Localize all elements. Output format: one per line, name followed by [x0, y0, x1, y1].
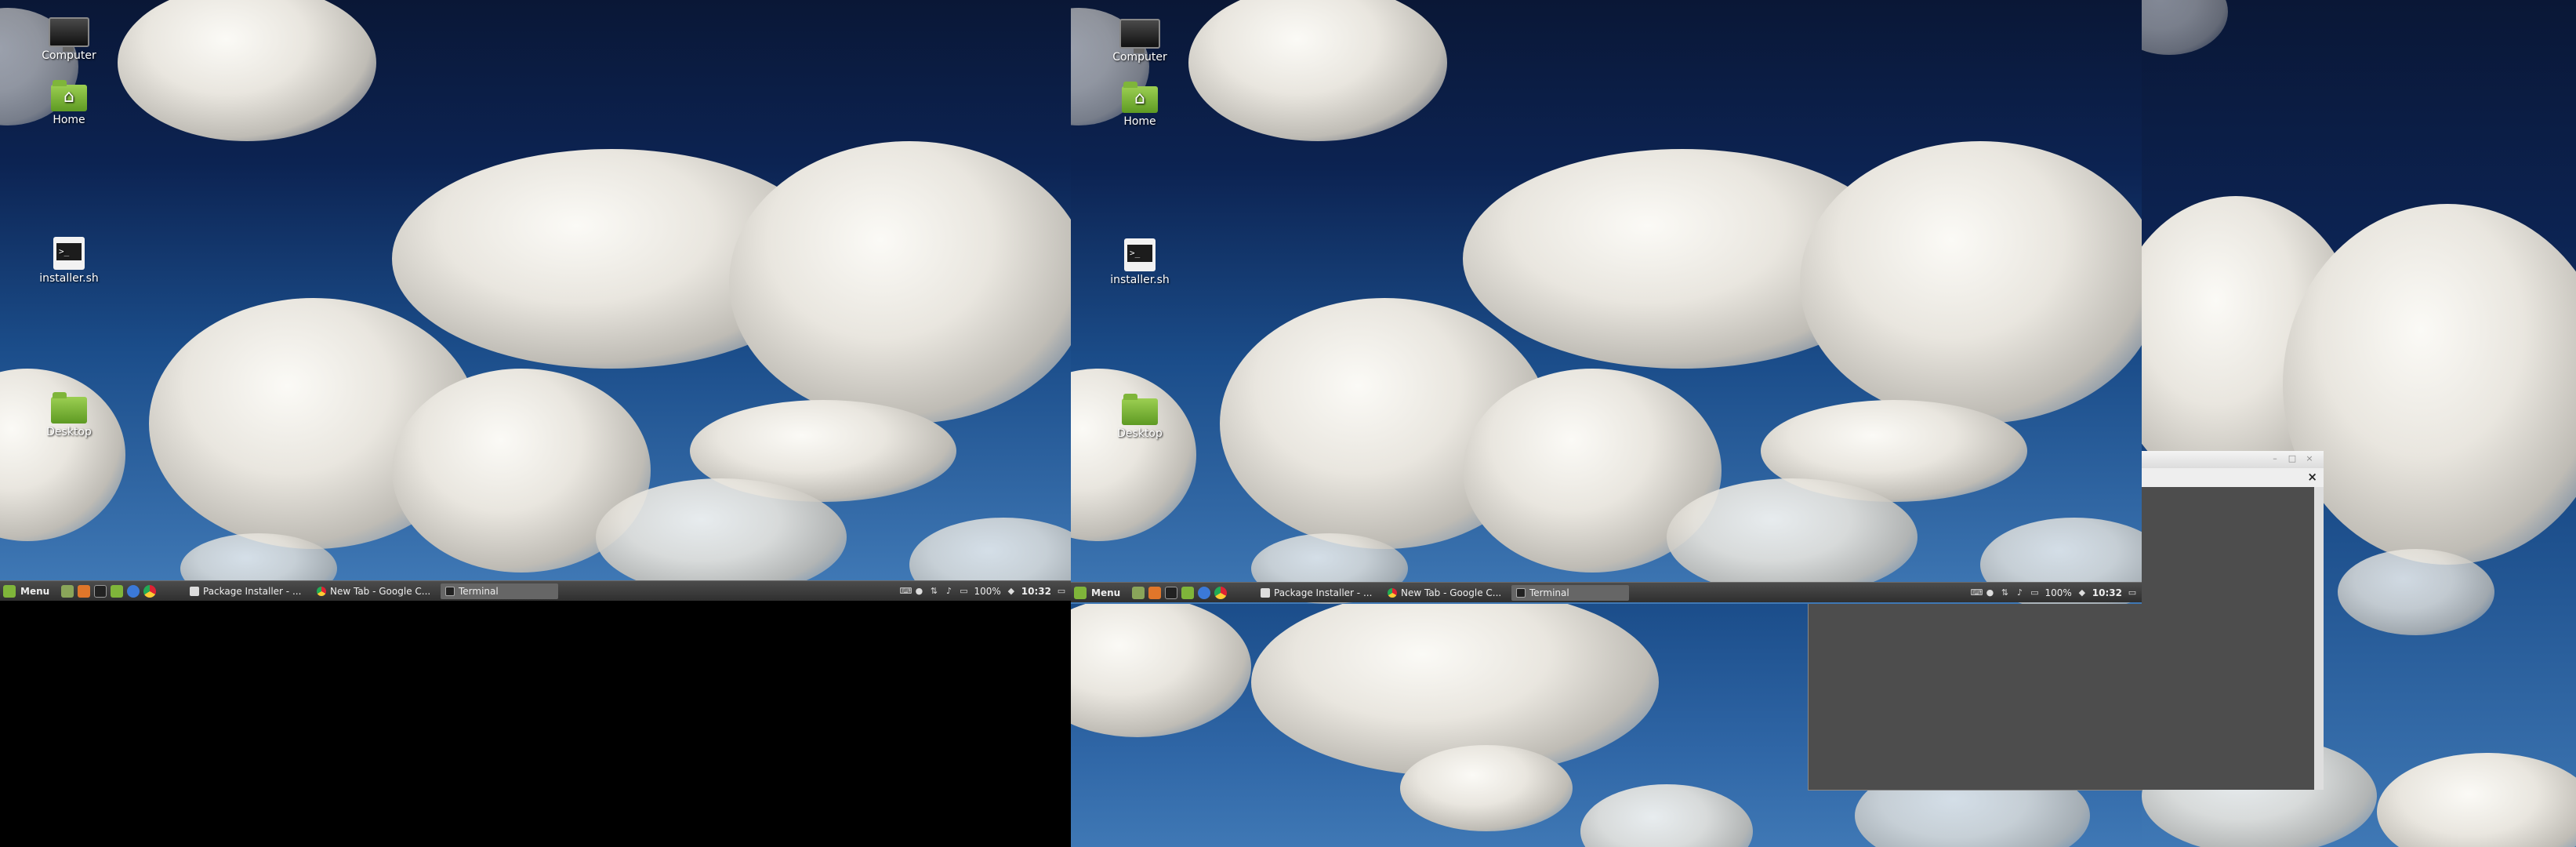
task-chrome[interactable]: New Tab - Google C... — [312, 583, 430, 599]
desktop-icon-label: Home — [1123, 115, 1156, 128]
task-terminal[interactable]: Terminal — [441, 583, 558, 599]
computer-icon — [49, 17, 89, 52]
desktop-icon-desktop[interactable]: Desktop — [1105, 394, 1175, 440]
firefox-icon[interactable] — [1148, 587, 1161, 599]
chrome-icon — [317, 587, 326, 596]
volume-icon[interactable]: ♪ — [2015, 588, 2024, 598]
package-installer-icon — [190, 587, 199, 596]
desktop-icon-label: installer.sh — [39, 272, 99, 285]
terminal-icon — [1516, 588, 1526, 598]
terminal-icon[interactable] — [94, 585, 107, 598]
terminal-content[interactable] — [2142, 487, 2314, 790]
chrome-icon[interactable] — [143, 585, 156, 598]
taskbar-panel: Menu Package Installer - ... New Tab - G… — [0, 580, 1071, 601]
task-label: New Tab - Google C... — [330, 586, 430, 597]
system-tray: ⌨ ● ⇅ ♪ ▭ 100% ◆ 10:32 ▭ — [1970, 586, 2137, 600]
folder-icon — [51, 392, 87, 424]
terminal-icon[interactable] — [1165, 587, 1177, 599]
desktop-icon-home[interactable]: Home — [34, 80, 104, 126]
chromium-icon[interactable] — [127, 585, 140, 598]
terminal-icon — [445, 587, 455, 596]
mint-logo-icon — [3, 585, 16, 598]
quick-launchers — [61, 585, 156, 598]
desktop-icon-label: Home — [53, 114, 85, 126]
task-label: Terminal — [459, 586, 499, 597]
close-tab-button[interactable]: × — [2307, 470, 2317, 484]
quick-launchers — [1132, 587, 1227, 599]
computer-icon — [1119, 19, 1160, 53]
desktop-background-middle — [1071, 0, 2142, 604]
battery-percent: 100% — [2044, 587, 2072, 598]
desktop-icon-computer[interactable]: Computer — [34, 17, 104, 62]
scrollbar[interactable] — [2314, 487, 2324, 790]
task-package-installer[interactable]: Package Installer - ... — [185, 583, 303, 599]
battery-icon[interactable]: ▭ — [959, 587, 968, 596]
folder-icon — [1122, 394, 1158, 425]
mint-logo-icon — [1074, 587, 1087, 599]
desktop-background-left — [0, 0, 1071, 582]
chromium-icon[interactable] — [1198, 587, 1210, 599]
show-desktop-icon[interactable] — [1132, 587, 1145, 599]
user-icon[interactable]: ● — [914, 587, 923, 596]
home-folder-icon — [51, 80, 87, 111]
battery-percent: 100% — [974, 586, 1001, 597]
task-label: New Tab - Google C... — [1401, 587, 1500, 598]
taskbar-panel: Menu Package Installer - ... New Tab - G… — [1071, 582, 2142, 602]
home-folder-icon — [1122, 82, 1158, 113]
system-tray: ⌨ ● ⇅ ♪ ▭ 100% ◆ 10:32 ▭ — [899, 584, 1066, 598]
update-shield-icon[interactable]: ◆ — [1007, 587, 1016, 596]
network-icon[interactable]: ⇅ — [929, 587, 938, 596]
show-desktop-icon[interactable] — [61, 585, 74, 598]
minimize-button[interactable]: – — [2269, 453, 2280, 464]
menu-label: Menu — [20, 586, 50, 597]
task-label: Package Installer - ... — [1274, 587, 1373, 598]
desktop-icon-installer[interactable]: installer.sh — [1105, 238, 1175, 286]
task-label: Terminal — [1529, 587, 1569, 598]
terminal-script-icon — [1124, 238, 1156, 271]
volume-icon[interactable]: ♪ — [944, 587, 953, 596]
desktop-icon-home[interactable]: Home — [1105, 82, 1175, 128]
network-icon[interactable]: ⇅ — [2000, 588, 2009, 598]
desktop-icon-desktop[interactable]: Desktop — [34, 392, 104, 438]
battery-icon[interactable]: ▭ — [2030, 588, 2039, 598]
files-icon[interactable] — [1181, 587, 1194, 599]
clock[interactable]: 10:32 — [1021, 586, 1051, 597]
desktop-icon-label: Desktop — [46, 426, 92, 438]
desktop-icon-installer[interactable]: installer.sh — [34, 237, 104, 285]
update-shield-icon[interactable]: ◆ — [2077, 588, 2087, 598]
chrome-icon — [1388, 588, 1397, 598]
clock[interactable]: 10:32 — [2092, 587, 2122, 598]
menu-button[interactable]: Menu — [1074, 585, 1120, 601]
show-desktop-icon[interactable]: ▭ — [2128, 588, 2137, 598]
close-button[interactable]: × — [2304, 453, 2315, 464]
files-icon[interactable] — [111, 585, 123, 598]
desktop-icon-computer[interactable]: Computer — [1105, 19, 1175, 64]
firefox-icon[interactable] — [78, 585, 90, 598]
task-package-installer[interactable]: Package Installer - ... — [1256, 585, 1373, 601]
task-chrome[interactable]: New Tab - Google C... — [1383, 585, 1500, 601]
desktop-icon-label: installer.sh — [1110, 274, 1170, 286]
desktop-icon-label: Desktop — [1117, 427, 1163, 440]
maximize-button[interactable]: □ — [2287, 453, 2298, 464]
menu-label: Menu — [1091, 587, 1121, 598]
unused-screen-area — [0, 601, 1071, 847]
window-titlebar[interactable]: – □ × — [2142, 451, 2324, 468]
user-icon[interactable]: ● — [1985, 588, 1994, 598]
terminal-window[interactable]: – □ × × — [2142, 451, 2324, 790]
terminal-script-icon — [53, 237, 85, 270]
task-label: Package Installer - ... — [203, 586, 302, 597]
show-desktop-icon[interactable]: ▭ — [1057, 587, 1066, 596]
keyboard-icon[interactable]: ⌨ — [899, 587, 912, 596]
terminal-window-body-lower[interactable] — [1808, 604, 2142, 791]
menu-button[interactable]: Menu — [3, 583, 49, 599]
keyboard-icon[interactable]: ⌨ — [1970, 588, 1983, 598]
window-tab-bar: × — [2142, 468, 2324, 488]
chrome-icon[interactable] — [1214, 587, 1227, 599]
package-installer-icon — [1261, 588, 1270, 598]
task-terminal[interactable]: Terminal — [1511, 585, 1629, 601]
